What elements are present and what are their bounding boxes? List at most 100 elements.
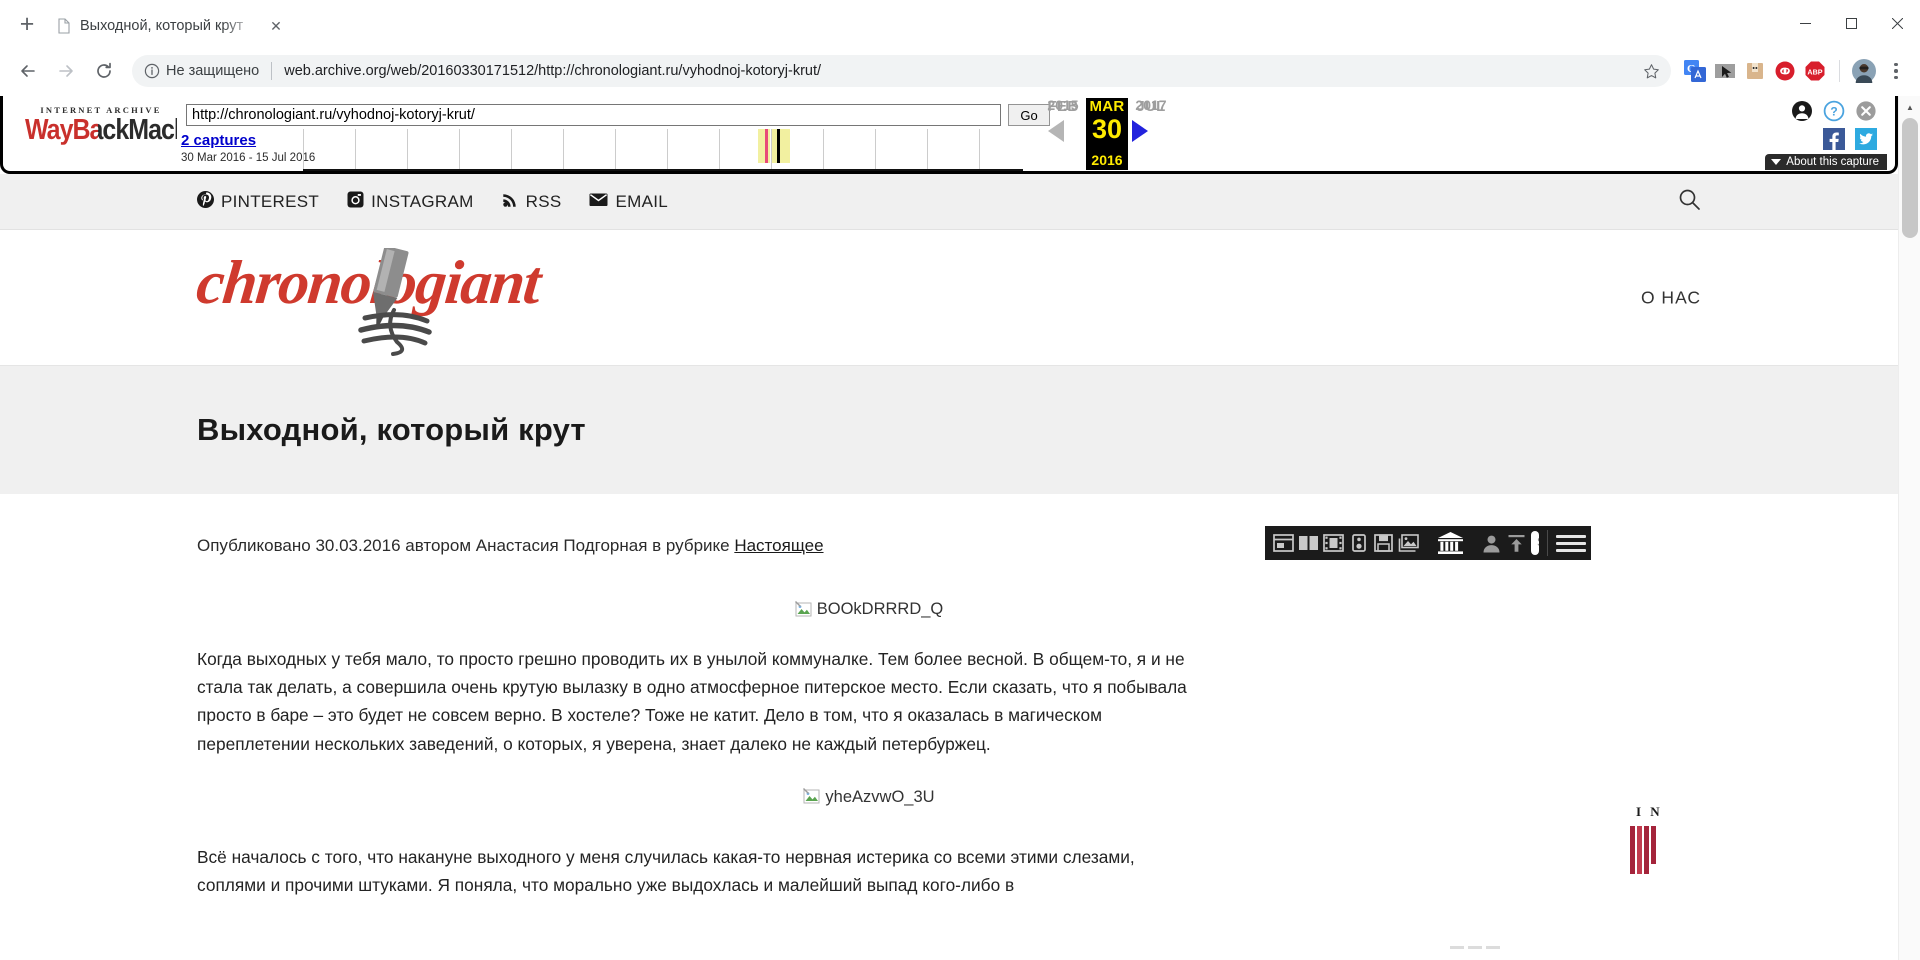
wayback-captures-info: 2 captures 30 Mar 2016 - 15 Jul 2016: [181, 132, 315, 164]
software-floppy-icon[interactable]: [1371, 531, 1396, 555]
captures-count-link[interactable]: 2 captures: [181, 132, 256, 149]
chevron-down-icon: [1771, 159, 1782, 165]
broken-image-alt: yheAzvwO_3U: [825, 787, 935, 806]
social-link-email[interactable]: EMAIL: [589, 191, 668, 213]
archive-building-icon[interactable]: [1435, 531, 1465, 555]
wayback-actions: ? About this capture: [1765, 100, 1887, 170]
article-meta-text: Опубликовано 30.03.2016 автором Анастаси…: [197, 536, 735, 555]
social-links: PINTEREST INSTAGRAM RSS EMAIL: [197, 190, 668, 213]
help-circle-icon[interactable]: ?: [1823, 100, 1845, 122]
page-scrollbar[interactable]: ▲: [1898, 96, 1920, 960]
site-header: chronologiant О НАС: [0, 230, 1898, 366]
social-link-pinterest[interactable]: PINTEREST: [197, 190, 320, 213]
article-meta: Опубликовано 30.03.2016 автором Анастаси…: [197, 536, 1898, 556]
previous-capture-arrow-icon[interactable]: [1048, 120, 1064, 142]
instagram-icon: [347, 191, 364, 213]
wayback-date-navigator: FEB 2015 MAR 30 2016 JUL 2017: [1040, 97, 1167, 170]
close-circle-icon[interactable]: [1855, 100, 1877, 122]
social-label: EMAIL: [615, 191, 669, 211]
internet-archive-navbar: Sea: [1265, 526, 1591, 560]
page-icon: [56, 18, 72, 34]
three-dots-menu-icon[interactable]: [1882, 57, 1910, 85]
twitter-icon[interactable]: [1855, 128, 1877, 150]
broken-image-icon: [794, 600, 813, 619]
wayback-url-input[interactable]: [186, 104, 1001, 126]
security-label: Не защищено: [166, 63, 260, 79]
back-button[interactable]: [10, 53, 46, 89]
next-period[interactable]: JUL 2017: [1128, 97, 1174, 115]
omnibox-divider: [271, 62, 273, 80]
social-link-rss[interactable]: RSS: [502, 191, 562, 213]
minimize-button[interactable]: [1782, 0, 1828, 46]
toolbar-divider: [1839, 60, 1840, 82]
internet-archive-partial-logo: I N: [1630, 804, 1663, 874]
avatar[interactable]: [1852, 59, 1876, 83]
star-icon[interactable]: [1637, 57, 1665, 85]
browser-tab[interactable]: Выходной, который крут ✕: [44, 6, 294, 46]
svg-text:ABP: ABP: [1807, 67, 1822, 76]
reload-button[interactable]: [86, 53, 122, 89]
texts-books-icon[interactable]: [1296, 531, 1321, 555]
wayback-timeline[interactable]: [303, 129, 1023, 171]
marker-pen-icon: [349, 245, 445, 363]
next-capture-arrow-icon[interactable]: [1132, 120, 1148, 142]
hamburger-menu-icon[interactable]: [1556, 534, 1586, 552]
social-link-instagram[interactable]: INSTAGRAM: [347, 191, 474, 213]
images-icon[interactable]: [1396, 531, 1421, 555]
ia-columns-icon: [1630, 826, 1663, 874]
social-label: INSTAGRAM: [371, 191, 474, 211]
about-this-capture-button[interactable]: About this capture: [1765, 154, 1887, 170]
previous-period[interactable]: FEB 2015: [1040, 97, 1086, 115]
facebook-icon[interactable]: [1823, 128, 1845, 150]
current-capture-date[interactable]: MAR 30 2016: [1086, 98, 1128, 170]
rss-icon: [502, 191, 519, 213]
box-extension-icon[interactable]: [1743, 59, 1767, 83]
scrollbar-thumb[interactable]: [1902, 118, 1918, 238]
faint-dashes-decoration: [1450, 946, 1500, 949]
security-indicator[interactable]: Не защищено: [144, 63, 259, 79]
audio-icon[interactable]: [1346, 531, 1371, 555]
site-logo[interactable]: chronologiant: [193, 238, 587, 358]
broken-image-alt: BOOkDRRRD_Q: [816, 600, 944, 618]
close-window-button[interactable]: [1874, 0, 1920, 46]
wayback-logo[interactable]: INTERNET ARCHIVE WayBackMachine: [25, 105, 222, 144]
adblock-plus-icon[interactable]: ABP: [1803, 59, 1827, 83]
red-link-extension-icon[interactable]: [1773, 59, 1797, 83]
new-tab-button[interactable]: +: [10, 7, 44, 41]
site-social-bar: PINTEREST INSTAGRAM RSS EMAIL: [0, 174, 1898, 230]
maximize-button[interactable]: [1828, 0, 1874, 46]
google-translate-icon[interactable]: G: [1683, 59, 1707, 83]
video-film-icon[interactable]: [1321, 531, 1346, 555]
account-circle-icon[interactable]: [1791, 100, 1813, 122]
social-label: RSS: [525, 191, 562, 211]
article-paragraph: Когда выходных у тебя мало, то просто гр…: [197, 649, 1187, 754]
upload-icon[interactable]: [1504, 531, 1529, 555]
new-tab-label: +: [19, 9, 35, 38]
ia-search-placeholder: Sea: [1537, 537, 1539, 549]
navbar-separator: [1547, 530, 1548, 556]
article-category-link[interactable]: Настоящее: [734, 536, 823, 555]
web-icon[interactable]: [1271, 531, 1296, 555]
search-icon[interactable]: [1678, 188, 1701, 216]
window-controls: [1782, 0, 1920, 46]
scroll-up-arrow-icon[interactable]: ▲: [1899, 96, 1920, 118]
broken-image-1: BOOkDRRRD_Q: [0, 600, 1898, 619]
user-account-icon[interactable]: [1479, 531, 1504, 555]
social-label: PINTEREST: [221, 191, 320, 211]
wayback-machine-label: WayBackMachine: [25, 113, 222, 146]
ia-search-box[interactable]: Sea: [1531, 531, 1539, 555]
page-title: Выходной, который крут: [197, 412, 586, 447]
forward-button[interactable]: [48, 53, 84, 89]
address-bar[interactable]: Не защищено web.archive.org/web/20160330…: [132, 55, 1671, 87]
extension-icons: G: [1681, 59, 1876, 83]
article: Выходной, который крут Опубликовано 30.0…: [0, 366, 1898, 960]
url-text[interactable]: web.archive.org/web/20160330171512/http:…: [284, 63, 1631, 79]
broken-image-2: yheAzvwO_3U: [0, 788, 1898, 807]
tab-close-icon[interactable]: ✕: [266, 16, 286, 36]
capture-date-range: 30 Mar 2016 - 15 Jul 2016: [181, 152, 316, 164]
nav-item-about[interactable]: О НАС: [1641, 287, 1701, 307]
about-capture-label: About this capture: [1786, 156, 1879, 168]
cursor-pointer-icon[interactable]: [1713, 59, 1737, 83]
current-year-label: 2016: [1091, 152, 1123, 168]
broken-image-icon: [803, 788, 821, 806]
